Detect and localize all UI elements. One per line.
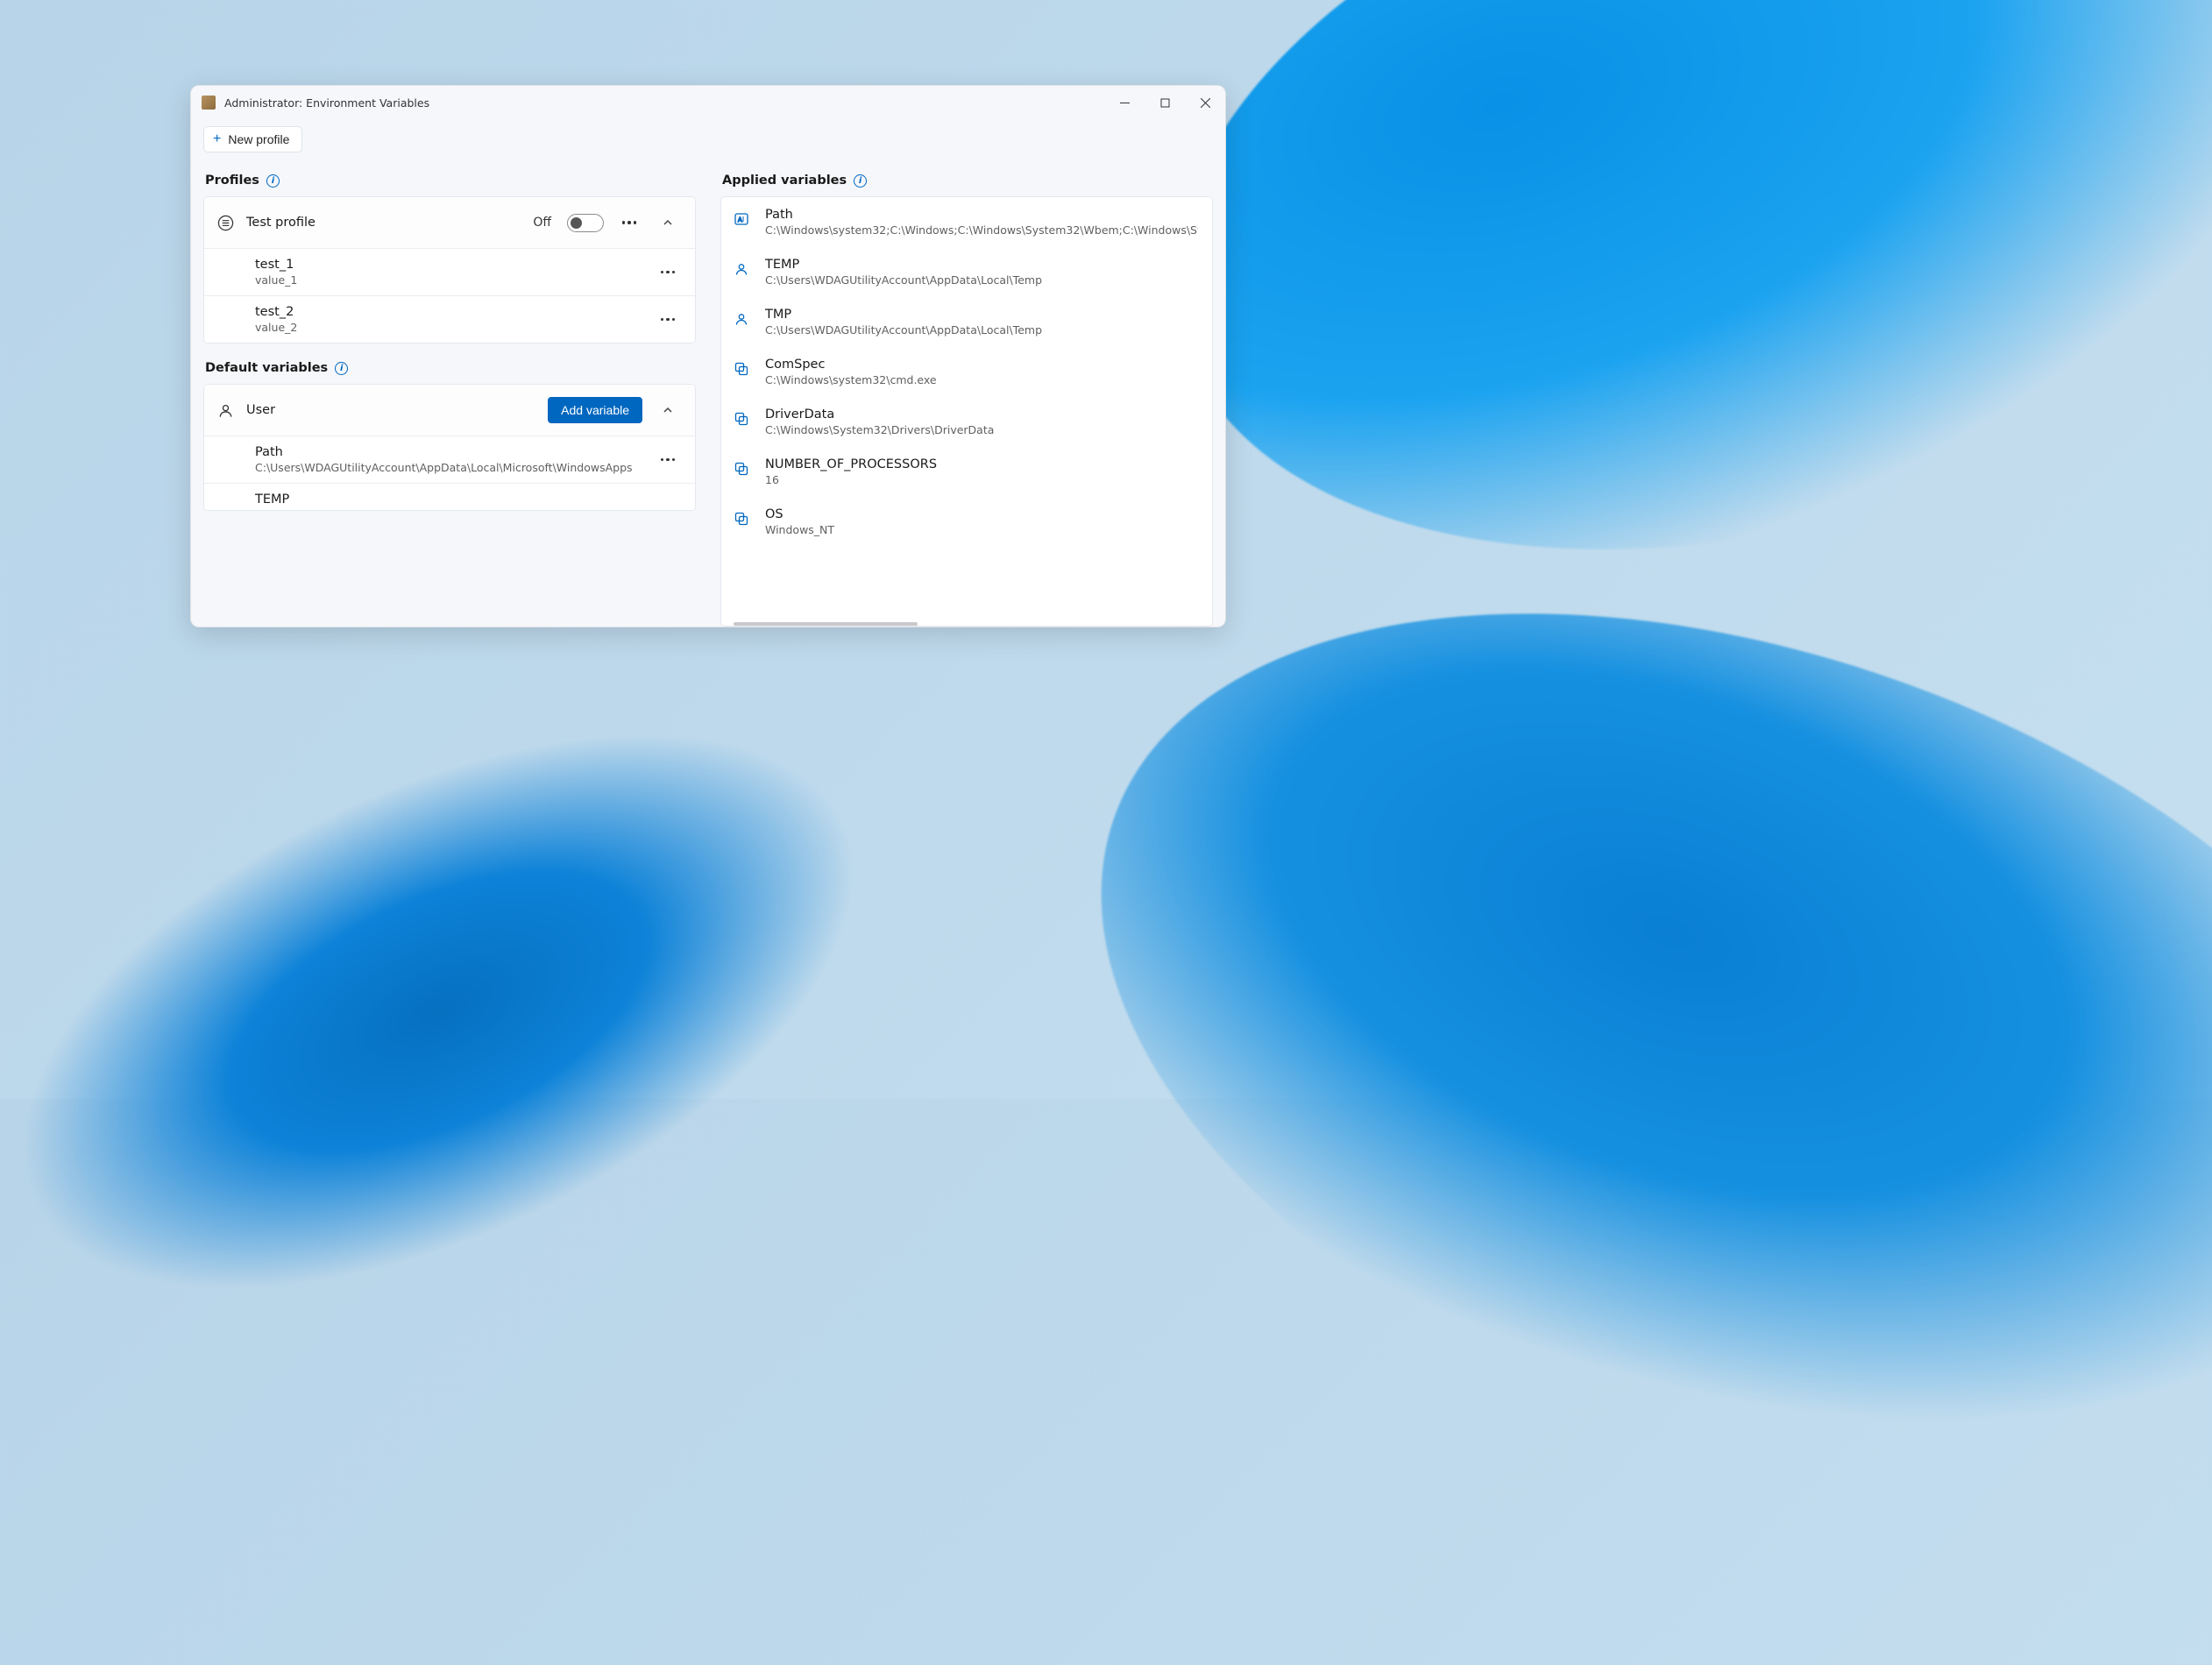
applied-variable-value: C:\Users\WDAGUtilityAccount\AppData\Loca… (765, 323, 1198, 337)
info-icon[interactable]: i (335, 362, 348, 375)
applied-variable-row[interactable]: NUMBER_OF_PROCESSORS 16 (721, 447, 1212, 497)
default-variable-row[interactable]: Path C:\Users\WDAGUtilityAccount\AppData… (204, 436, 695, 484)
profiles-section-header: Profiles i (203, 172, 696, 196)
profile-toggle[interactable] (567, 214, 604, 232)
maximize-icon (1160, 98, 1170, 108)
applied-variable-value: C:\Users\WDAGUtilityAccount\AppData\Loca… (765, 273, 1198, 287)
system-var-icon (734, 461, 751, 478)
info-icon[interactable]: i (266, 174, 280, 188)
applied-variable-row[interactable]: OS Windows_NT (721, 497, 1212, 547)
applied-variable-row[interactable]: TMPC:\Users\WDAGUtilityAccount\AppData\L… (721, 297, 1212, 347)
profiles-panel: Test profile Off test_1 value_1 (203, 196, 696, 344)
left-column: Profiles i Test profile Off (203, 172, 696, 627)
toolbar: + New profile (191, 119, 1225, 158)
applied-variable-value: Windows_NT (765, 523, 1198, 536)
applied-variable-row[interactable]: DriverDataC:\Windows\System32\Drivers\Dr… (721, 397, 1212, 447)
more-icon (661, 271, 676, 274)
applied-variable-row[interactable]: A PathC:\Windows\system32;C:\Windows;C:\W… (721, 197, 1212, 247)
applied-variable-name: ComSpec (765, 358, 1198, 372)
applied-variable-name: OS (765, 507, 1198, 521)
default-variable-row[interactable]: TEMP (204, 484, 695, 510)
system-var-icon (734, 411, 751, 429)
user-expand-chevron[interactable] (655, 397, 681, 423)
applied-variable-name: TMP (765, 308, 1198, 322)
user-label: User (246, 403, 535, 417)
applied-variable-name: DriverData (765, 407, 1198, 422)
profile-variable-row[interactable]: test_2 value_2 (204, 296, 695, 343)
profile-variable-row[interactable]: test_1 value_1 (204, 249, 695, 296)
close-icon (1201, 98, 1210, 108)
applied-variables-list[interactable]: A PathC:\Windows\system32;C:\Windows;C:\W… (720, 196, 1213, 627)
list-icon (216, 214, 234, 231)
app-window: Administrator: Environment Variables + N… (190, 85, 1226, 627)
more-icon (622, 221, 637, 224)
new-profile-label: New profile (228, 132, 289, 146)
plus-icon: + (213, 132, 221, 146)
applied-variable-value: C:\Windows\system32;C:\Windows;C:\Window… (765, 223, 1198, 237)
variable-value: value_2 (255, 321, 642, 334)
chevron-up-icon (663, 217, 673, 228)
window-controls (1104, 86, 1225, 119)
applied-variable-row[interactable]: ComSpecC:\Windows\system32\cmd.exe (721, 347, 1212, 397)
variable-more-button[interactable] (655, 259, 681, 286)
applied-variable-name: NUMBER_OF_PROCESSORS (765, 457, 1198, 471)
profile-expand-chevron[interactable] (655, 209, 681, 236)
applied-section-header: Applied variables i (720, 172, 1213, 196)
user-header-row[interactable]: User Add variable (204, 385, 695, 436)
user-var-icon (734, 311, 751, 329)
minimize-button[interactable] (1104, 86, 1145, 119)
desktop-bg-shape (1090, 0, 2212, 673)
applied-variable-value: C:\Windows\System32\Drivers\DriverData (765, 423, 1198, 436)
profiles-heading: Profiles (205, 174, 259, 188)
new-profile-button[interactable]: + New profile (203, 126, 302, 152)
profile-name: Test profile (246, 216, 521, 230)
profile-header-row[interactable]: Test profile Off (204, 197, 695, 249)
window-title: Administrator: Environment Variables (224, 96, 1104, 110)
variable-name: test_1 (255, 258, 642, 272)
system-var-icon (734, 511, 751, 528)
applied-variable-value: C:\Windows\system32\cmd.exe (765, 373, 1198, 386)
applied-variable-row[interactable]: TEMPC:\Users\WDAGUtilityAccount\AppData\… (721, 247, 1212, 297)
applied-variable-value: 16 (765, 473, 1198, 486)
info-icon[interactable]: i (854, 174, 867, 188)
variable-name: Path (255, 445, 642, 459)
titlebar: Administrator: Environment Variables (191, 86, 1225, 119)
variable-more-button[interactable] (655, 447, 681, 473)
svg-text:A: A (738, 217, 742, 223)
variable-name: test_2 (255, 305, 642, 319)
variable-more-button[interactable] (655, 307, 681, 333)
toggle-state-label: Off (533, 216, 551, 230)
desktop-bg-shape (980, 445, 2212, 1665)
horizontal-scrollbar[interactable] (734, 622, 918, 626)
text-var-icon: A (734, 211, 751, 229)
content-area: Profiles i Test profile Off (191, 158, 1225, 627)
applied-variable-name: TEMP (765, 258, 1198, 272)
minimize-icon (1120, 98, 1130, 108)
system-var-icon (734, 361, 751, 379)
user-var-icon (734, 261, 751, 279)
right-column: Applied variables i APathC:\Windows\syst… (720, 172, 1213, 627)
variable-value: C:\Users\WDAGUtilityAccount\AppData\Loca… (255, 461, 642, 474)
default-panel: User Add variable Path C:\Users\WDAGUtil… (203, 384, 696, 511)
variable-value: value_1 (255, 273, 642, 287)
variable-name: TEMP (255, 492, 681, 507)
desktop-bg-shape (0, 551, 1026, 1472)
more-icon (661, 458, 676, 462)
default-heading: Default variables (205, 361, 328, 375)
maximize-button[interactable] (1145, 86, 1185, 119)
app-icon (202, 96, 216, 110)
applied-variable-name: Path (765, 208, 1198, 222)
user-icon (216, 401, 234, 419)
default-section-header: Default variables i (203, 359, 696, 384)
applied-heading: Applied variables (722, 174, 847, 188)
add-variable-button[interactable]: Add variable (548, 397, 642, 423)
chevron-up-icon (663, 405, 673, 415)
profile-more-button[interactable] (616, 209, 642, 236)
more-icon (661, 318, 676, 322)
close-button[interactable] (1185, 86, 1225, 119)
